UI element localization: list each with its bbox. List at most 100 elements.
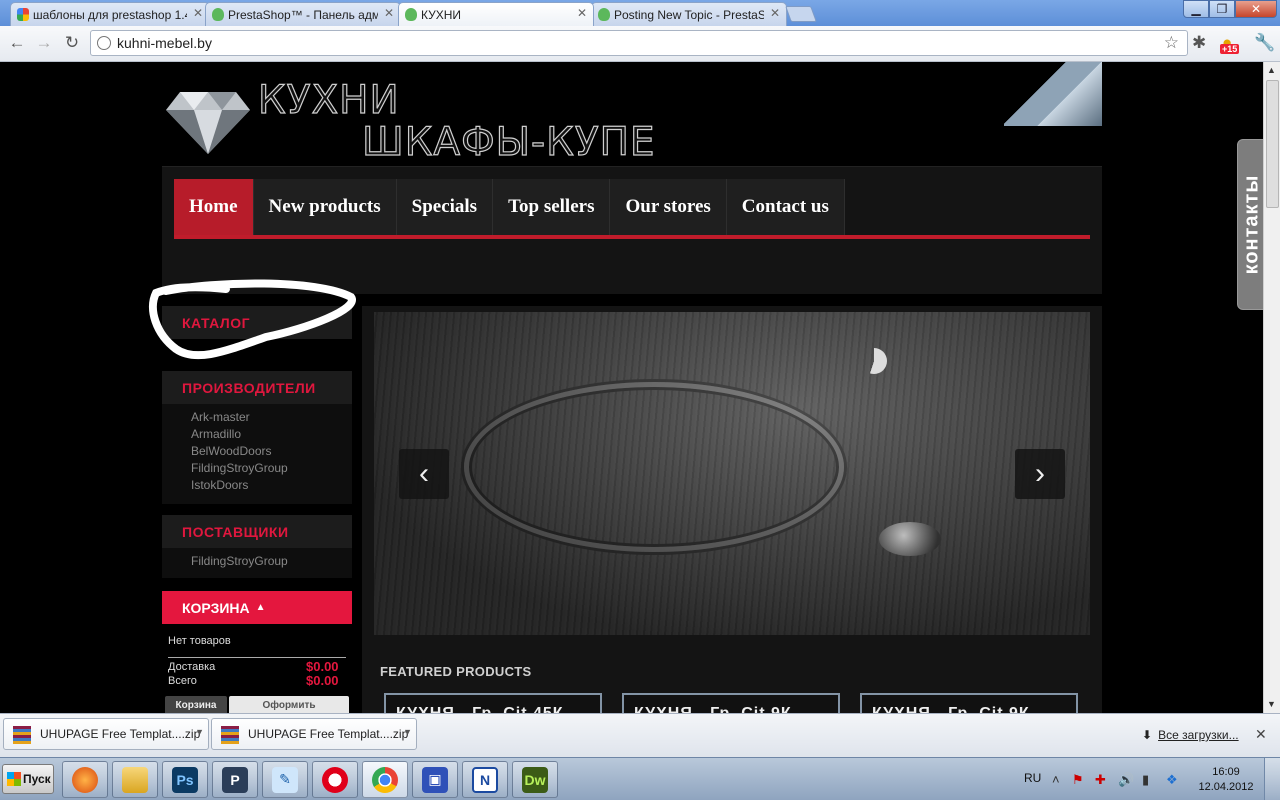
security-alert-icon[interactable]: ⚑ (1072, 772, 1084, 788)
diamond-logo-icon (166, 92, 250, 154)
back-arrow-icon[interactable]: ← (6, 32, 28, 54)
menu-top-sellers[interactable]: Top sellers (493, 179, 611, 235)
tab-strip: шаблоны для prestashop 1.4 ✕ PrestaShop™… (0, 0, 1280, 26)
netbeans-icon[interactable]: N (462, 761, 508, 798)
close-icon[interactable]: ✕ (193, 6, 203, 20)
volume-icon[interactable]: 🔊 (1118, 772, 1134, 788)
cart-heading[interactable]: КОРЗИНА ▲ (162, 591, 352, 624)
logo-text-kitchens: КУХНИ (257, 77, 400, 123)
scrollbar-thumb[interactable] (1266, 80, 1279, 208)
menu-contact-us[interactable]: Contact us (726, 179, 845, 235)
menu-home[interactable]: Home (174, 179, 254, 235)
tab-title: PrestaShop™ - Панель админ (228, 7, 378, 22)
dropbox-icon[interactable]: ❖ (1166, 772, 1178, 788)
start-button[interactable]: Пуск (2, 764, 54, 794)
product-title[interactable]: КУХНЯ - Гр. Сit 45К (396, 705, 564, 713)
dropdown-arrow-icon[interactable]: ▼ (403, 727, 412, 737)
show-hidden-icons-icon[interactable]: ˄ (1052, 772, 1060, 787)
product-title[interactable]: КУХНЯ - Гр. Сit 9К (872, 705, 1030, 713)
download-item[interactable]: UHUPAGE Free Templat....zip ▼ (211, 718, 417, 750)
dreamweaver-icon[interactable]: Dw (512, 761, 558, 798)
floppy-glyph: ▣ (422, 766, 448, 793)
photoshop-icon[interactable]: Ps (162, 761, 208, 798)
browser-toolbar: ← → ↻ kuhni-mebel.by ☆ ✱ ● +15 🔧 (0, 26, 1280, 62)
save-icon[interactable]: ▣ (412, 761, 458, 798)
maximize-button[interactable]: ❐ (1209, 0, 1235, 18)
minimize-button[interactable]: ▁ (1183, 0, 1209, 18)
menu-new-products[interactable]: New products (253, 179, 397, 235)
network-signal-icon[interactable]: ▮ (1142, 772, 1149, 788)
reload-icon[interactable]: ↻ (61, 32, 83, 54)
new-tab-button[interactable] (785, 6, 817, 22)
close-icon[interactable]: ✕ (384, 6, 394, 20)
tab-3[interactable]: КУХНИ ✕ (398, 2, 594, 26)
menu-specials[interactable]: Specials (396, 179, 494, 235)
language-indicator[interactable]: RU (1024, 771, 1041, 785)
explorer-icon[interactable] (112, 761, 158, 798)
manufacturers-heading[interactable]: ПРОИЗВОДИТЕЛИ (162, 371, 352, 404)
slider-prev-button[interactable]: ‹ (399, 449, 449, 499)
show-desktop-button[interactable] (1264, 758, 1280, 800)
cart-empty-text: Нет товаров (168, 635, 231, 647)
tab-title: шаблоны для prestashop 1.4 (33, 7, 187, 22)
wrench-icon[interactable]: 🔧 (1254, 33, 1275, 53)
featured-products-heading: FEATURED PRODUCTS (380, 664, 532, 679)
tab-title: Posting New Topic - PrestaSho (614, 7, 764, 22)
notepad-glyph: ✎ (272, 766, 298, 793)
loading-spinner-icon (861, 348, 887, 374)
menu-our-stores[interactable]: Our stores (610, 179, 727, 235)
product-card[interactable]: КУХНЯ - Гр. Сit 9К (860, 693, 1078, 713)
close-icon[interactable]: ✕ (1255, 726, 1267, 743)
antivirus-icon[interactable]: ✚ (1095, 772, 1106, 788)
opera-icon[interactable] (312, 761, 358, 798)
tab-4[interactable]: Posting New Topic - PrestaSho ✕ (591, 2, 787, 26)
product-card[interactable]: КУХНЯ - Гр. Сit 9К (622, 693, 840, 713)
manufacturer-link[interactable]: IstokDoors (191, 478, 248, 492)
shipping-value: $0.00 (306, 659, 339, 674)
menu-underline (174, 235, 1090, 239)
image-slider[interactable]: ‹ › (374, 312, 1090, 635)
cart-title: КОРЗИНА (182, 599, 250, 616)
product-title[interactable]: КУХНЯ - Гр. Сit 9К (634, 705, 792, 713)
top-navigation: Home New products Specials Top sellers O… (162, 166, 1102, 294)
firefox-icon[interactable] (62, 761, 108, 798)
tab-1[interactable]: шаблоны для prestashop 1.4 ✕ (10, 2, 210, 26)
slider-next-button[interactable]: › (1015, 449, 1065, 499)
total-value: $0.00 (306, 673, 339, 688)
download-filename: UHUPAGE Free Templat....zip (40, 727, 201, 741)
address-bar[interactable]: kuhni-mebel.by ☆ (90, 30, 1188, 56)
close-window-button[interactable]: ✕ (1235, 0, 1277, 18)
all-downloads-link[interactable]: ⬇ Все загрузки... (1142, 728, 1239, 742)
download-item[interactable]: UHUPAGE Free Templat....zip ▼ (3, 718, 209, 750)
prestashop-icon (405, 8, 417, 21)
close-icon[interactable]: ✕ (770, 6, 780, 20)
product-card[interactable]: КУХНЯ - Гр. Сit 45К (384, 693, 602, 713)
notepad-icon[interactable]: ✎ (262, 761, 308, 798)
manufacturer-link[interactable]: FildingStroyGroup (191, 461, 288, 475)
caret-up-icon[interactable]: ▲ (256, 602, 266, 613)
download-arrow-icon: ⬇ (1142, 728, 1153, 742)
ftp-client-icon[interactable]: P (212, 761, 258, 798)
logo-text-wardrobes: ШКАФЫ-КУПЕ (361, 119, 656, 165)
page-scrollbar[interactable]: ▲ ▼ (1263, 62, 1280, 713)
cart-button[interactable]: Корзина (165, 696, 227, 713)
manufacturer-link[interactable]: Ark-master (191, 410, 250, 424)
scroll-up-arrow-icon[interactable]: ▲ (1267, 65, 1276, 75)
forward-arrow-icon[interactable]: → (33, 32, 55, 54)
bug-icon[interactable]: ✱ (1192, 33, 1206, 53)
supplier-link[interactable]: FildingStroyGroup (191, 554, 288, 568)
prestashop-icon (212, 8, 224, 21)
tab-2[interactable]: PrestaShop™ - Панель админ ✕ (205, 2, 401, 26)
suppliers-heading[interactable]: ПОСТАВЩИКИ (162, 515, 352, 548)
folder-glyph (122, 766, 148, 793)
dropdown-arrow-icon[interactable]: ▼ (195, 727, 204, 737)
bookmark-star-icon[interactable]: ☆ (1164, 33, 1179, 53)
close-icon[interactable]: ✕ (577, 6, 587, 20)
checkout-button[interactable]: Оформить (229, 696, 349, 713)
clock[interactable]: 16:09 12.04.2012 (1194, 765, 1258, 795)
windows-taskbar: Пуск Ps P ✎ ▣ N Dw RU ˄ ⚑ ✚ 🔊 ▮ ❖ 16:09 … (0, 757, 1280, 800)
chrome-icon[interactable] (362, 761, 408, 798)
scroll-down-arrow-icon[interactable]: ▼ (1267, 699, 1276, 709)
manufacturer-link[interactable]: BelWoodDoors (191, 444, 271, 458)
manufacturer-link[interactable]: Armadillo (191, 427, 241, 441)
